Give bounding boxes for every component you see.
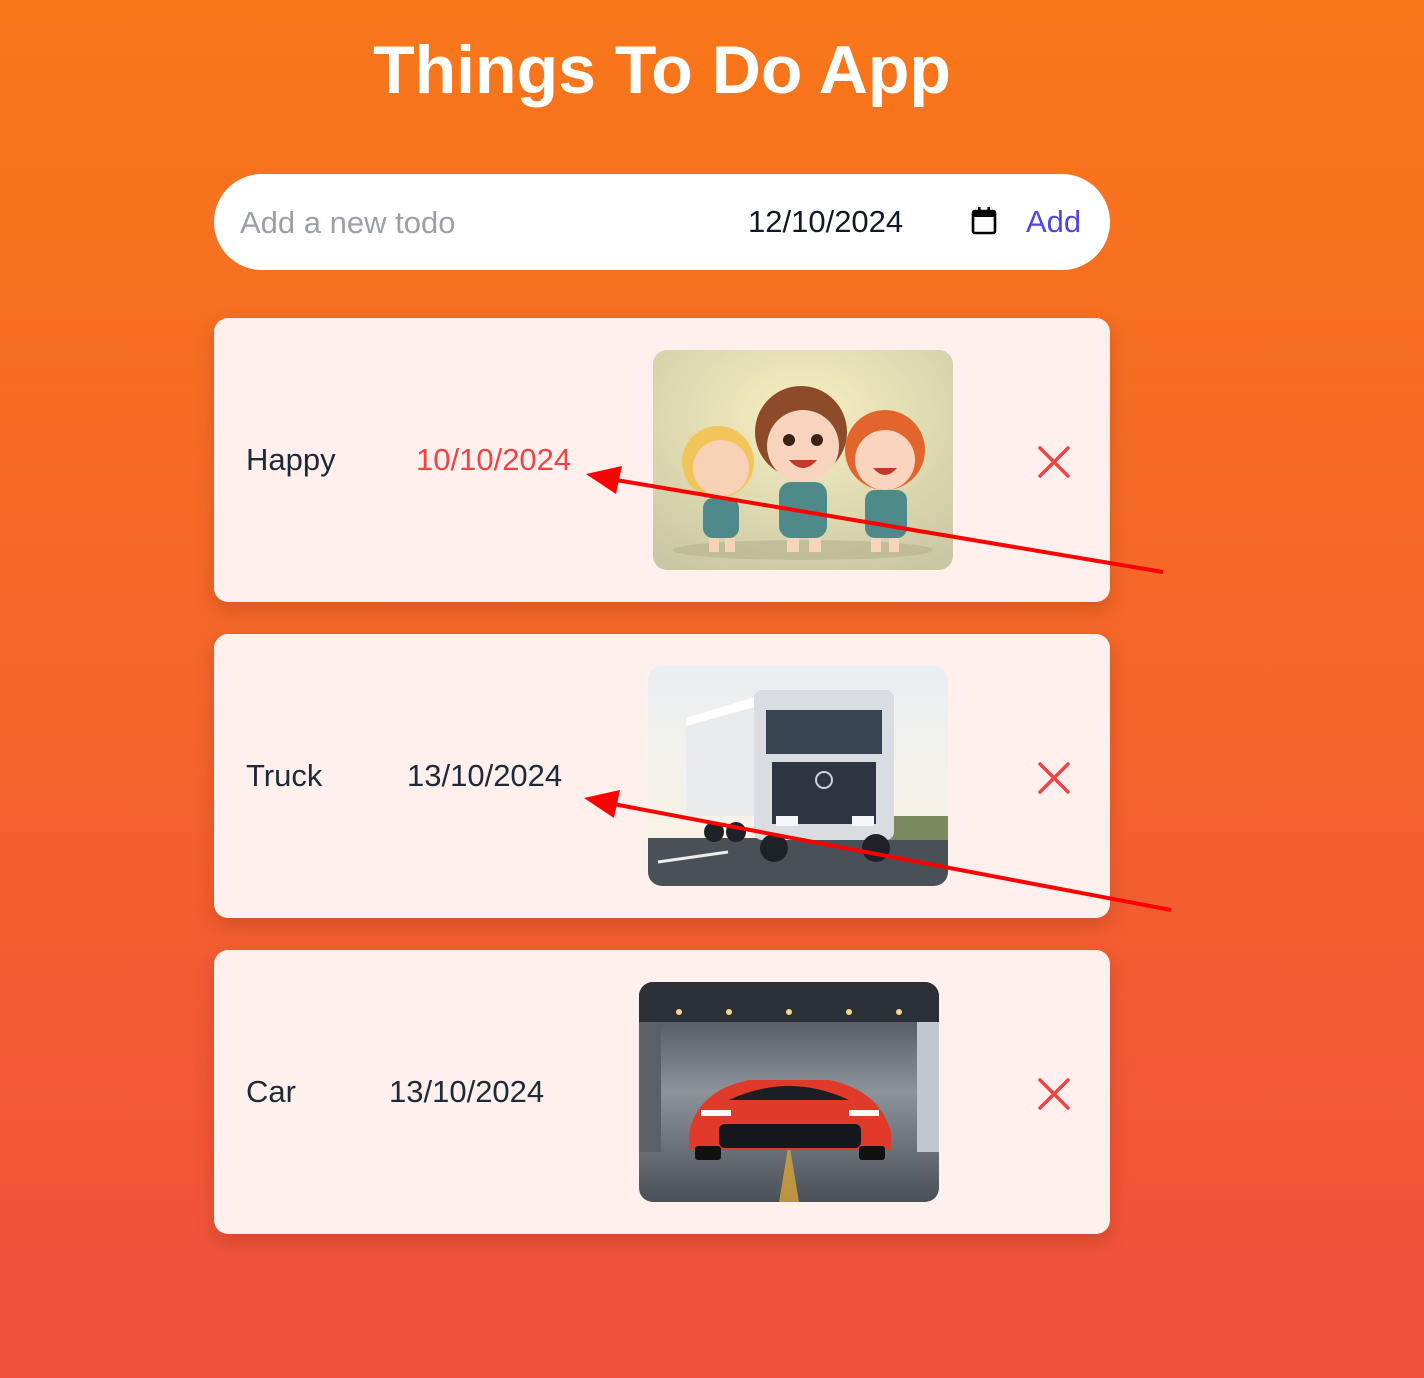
delete-button[interactable]	[1032, 756, 1076, 800]
app-title: Things To Do App	[373, 32, 951, 108]
add-button[interactable]: Add	[1026, 198, 1090, 246]
due-date-input[interactable]: 12/10/2024	[748, 204, 903, 240]
todo-text: Truck	[246, 758, 323, 793]
todo-date: 13/10/2024	[389, 1074, 545, 1109]
todo-text: Car	[246, 1074, 296, 1109]
delete-button[interactable]	[1032, 1072, 1076, 1116]
todo-item: Truck 13/10/2024	[214, 634, 1110, 918]
delete-button[interactable]	[1032, 440, 1076, 484]
truck-image	[648, 666, 948, 886]
close-icon	[1038, 762, 1070, 794]
todo-item: Car 13/10/2024	[214, 950, 1110, 1234]
calendar-icon[interactable]	[970, 206, 998, 236]
close-icon	[1038, 1078, 1070, 1110]
sports-car-image	[639, 982, 939, 1202]
todo-date: 10/10/2024	[416, 442, 572, 477]
add-todo-form: 12/10/2024 Add	[214, 174, 1110, 270]
todo-date: 13/10/2024	[407, 758, 563, 793]
todo-text: Happy	[246, 442, 336, 477]
cartoon-kids-image	[653, 350, 953, 570]
new-todo-input[interactable]	[238, 198, 702, 248]
close-icon	[1038, 446, 1070, 478]
todo-item: Happy 10/10/2024	[214, 318, 1110, 602]
